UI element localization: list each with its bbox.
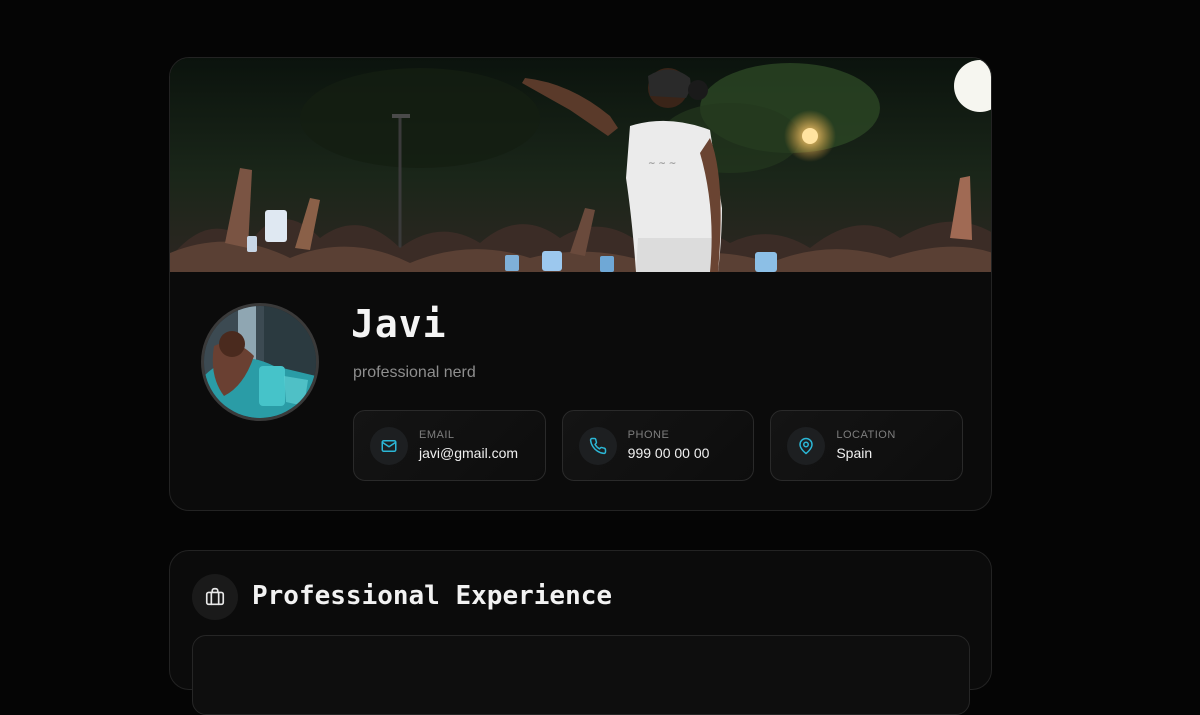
contact-card-phone[interactable]: PHONE 999 00 00 00 — [561, 410, 755, 481]
map-pin-icon — [787, 426, 826, 465]
mail-icon — [370, 426, 408, 465]
phone-icon — [578, 426, 617, 465]
avatar[interactable] — [201, 303, 319, 421]
section-title: Professional Experience — [252, 581, 613, 611]
cover-banner-image: ~ ~ ~ — [170, 58, 991, 272]
profile-card: ~ ~ ~ Javi professional nerd EMAIL javi@… — [169, 57, 992, 511]
briefcase-icon — [192, 574, 238, 620]
contact-card-location[interactable]: LOCATION Spain — [770, 410, 964, 481]
contact-info-row: EMAIL javi@gmail.com PHONE 999 00 00 00 — [353, 410, 964, 481]
location-value: Spain — [836, 445, 873, 461]
profile-tagline: professional nerd — [353, 364, 476, 381]
phone-value[interactable]: 999 00 00 00 — [628, 444, 710, 463]
contact-label: PHONE — [627, 429, 670, 441]
experience-entry-card[interactable] — [192, 635, 970, 715]
contact-text: EMAIL javi@gmail.com — [419, 428, 518, 463]
contact-text: LOCATION Spain — [836, 428, 895, 463]
contact-text: PHONE 999 00 00 00 — [628, 428, 710, 463]
svg-text:~ ~ ~: ~ ~ ~ — [648, 159, 676, 169]
email-value[interactable]: javi@gmail.com — [419, 444, 518, 463]
contact-card-email[interactable]: EMAIL javi@gmail.com — [353, 410, 546, 481]
contact-label: LOCATION — [836, 429, 896, 441]
profile-name: Javi — [351, 302, 447, 346]
contact-label: EMAIL — [419, 429, 455, 441]
experience-section: Professional Experience — [169, 550, 992, 715]
